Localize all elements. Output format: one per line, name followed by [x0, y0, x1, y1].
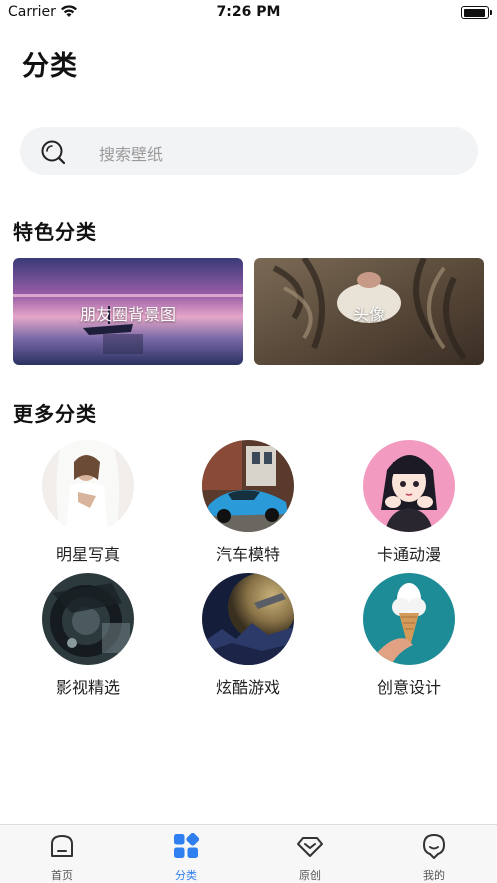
profile-icon: [423, 834, 445, 859]
tab-label: 首页: [51, 869, 73, 882]
tab-original[interactable]: 原创: [248, 825, 372, 883]
category-cool-games[interactable]: 炫酷游戏: [188, 573, 308, 698]
category-label: 卡通动漫: [376, 545, 441, 564]
featured-card-avatar[interactable]: 头像: [254, 258, 484, 365]
tab-category[interactable]: 分类: [124, 825, 248, 883]
tab-label: 分类: [175, 869, 197, 882]
dark-machine-image: [42, 573, 134, 665]
tab-bar: 首页 分类 原创 我的: [0, 824, 497, 883]
category-label: 炫酷游戏: [215, 678, 280, 697]
tab-profile[interactable]: 我的: [372, 825, 496, 883]
battery-icon: [461, 6, 492, 19]
tab-label: 我的: [423, 869, 445, 882]
featured-card-moments-bg[interactable]: 朋友圈背景图: [13, 258, 243, 365]
blue-car-image: [202, 440, 294, 532]
more-section-title: 更多分类: [13, 402, 97, 426]
category-star-photos[interactable]: 明星写真: [28, 440, 148, 565]
category-label: 明星写真: [55, 545, 120, 564]
tab-label: 原创: [299, 869, 321, 882]
category-icon: [174, 833, 199, 858]
category-car-models[interactable]: 汽车模特: [188, 440, 308, 565]
category-label: 创意设计: [376, 678, 441, 697]
tab-home[interactable]: 首页: [0, 825, 124, 883]
home-icon: [51, 835, 73, 857]
page-title: 分类: [22, 51, 78, 82]
planet-landscape-image: [202, 573, 294, 665]
diamond-icon: [297, 837, 323, 857]
search-input[interactable]: 搜索壁纸: [20, 127, 478, 175]
category-cartoon-anime[interactable]: 卡通动漫: [349, 440, 469, 565]
clock: 7:26 PM: [216, 4, 281, 20]
category-film-picks[interactable]: 影视精选: [28, 573, 148, 698]
status-bar: Carrier 7:26 PM: [0, 0, 497, 26]
search-placeholder: 搜索壁纸: [99, 145, 164, 164]
category-creative-design[interactable]: 创意设计: [349, 573, 469, 698]
category-label: 影视精选: [55, 678, 120, 697]
anime-girl-image: [363, 440, 455, 532]
bride-portrait-image: [42, 440, 134, 532]
featured-card-label: 头像: [352, 305, 385, 324]
featured-section-title: 特色分类: [13, 220, 97, 244]
category-label: 汽车模特: [215, 545, 280, 564]
search-icon: [41, 140, 66, 165]
ice-cream-cloud-image: [363, 573, 455, 665]
featured-card-label: 朋友圈背景图: [79, 305, 176, 324]
